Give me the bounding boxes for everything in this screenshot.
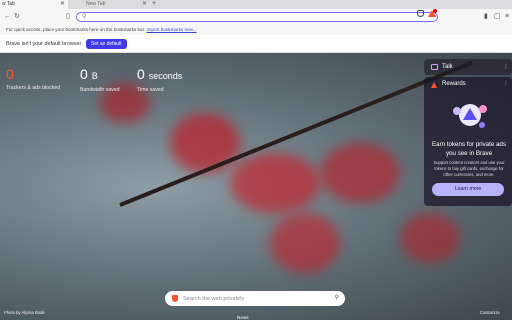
bat-triangle-icon [431, 82, 437, 88]
new-tab-page: 0 Trackers & ads blocked 0 B Bandwidth s… [0, 53, 512, 320]
brave-logo-icon [172, 295, 178, 302]
tab-label: w Tab [2, 1, 15, 7]
talk-widget[interactable]: Talk ⋮ [424, 59, 512, 75]
reload-icon[interactable]: ↻ [14, 13, 20, 21]
time-count: 0 [137, 66, 145, 82]
search-input[interactable] [183, 293, 323, 304]
more-options-icon[interactable]: ⋮ [503, 80, 509, 87]
tab-label: New Tab [86, 1, 106, 7]
tab-new-tab[interactable]: New Tab ✕ [84, 0, 150, 9]
more-options-icon[interactable]: ⋮ [503, 59, 509, 75]
learn-more-button[interactable]: Learn more [432, 183, 504, 196]
search-icon[interactable]: ⚲ [335, 291, 339, 306]
search-icon: ⚲ [82, 14, 87, 20]
background-photo-detail [400, 213, 460, 263]
background-photo-detail [320, 143, 400, 203]
tab-new-tab-active[interactable]: w Tab ✕ [0, 0, 68, 9]
address-bar[interactable]: ⚲ [76, 12, 438, 22]
tab-strip: w Tab ✕ New Tab ✕ + [0, 0, 512, 9]
rewards-widget: Rewards ⋮ Earn tokens for private ads yo… [424, 77, 512, 206]
default-browser-infobar: Brave isn't your default browser Set as … [0, 35, 512, 53]
time-unit: seconds [148, 71, 183, 81]
background-photo-detail [230, 153, 320, 213]
stat-bandwidth: 0 B Bandwidth saved [80, 66, 120, 93]
rewards-description: Support content creators and use your to… [433, 160, 505, 177]
back-arrow-icon[interactable]: ← [4, 13, 11, 21]
bookmark-icon[interactable]: ▯ [66, 13, 70, 21]
set-default-button[interactable]: Set as default [86, 39, 127, 49]
close-tab-icon[interactable]: ✕ [142, 0, 147, 9]
bandwidth-count: 0 [80, 66, 88, 82]
background-photo [170, 113, 240, 173]
import-bookmarks-link[interactable]: Import bookmarks now... [146, 27, 196, 32]
extensions-icon[interactable]: ▢ [494, 13, 501, 21]
news-tab[interactable]: News [237, 315, 249, 320]
time-label: Time saved [137, 87, 164, 93]
brave-shield-icon[interactable] [417, 10, 424, 17]
rewards-label: Rewards [442, 81, 466, 87]
menu-icon[interactable]: ≡ [505, 13, 509, 21]
close-tab-icon[interactable]: ✕ [60, 0, 65, 9]
bookmarks-bar: For quick access, place your bookmarks h… [0, 25, 512, 35]
infobar-message: Brave isn't your default browser [6, 41, 82, 47]
toolbar: ← ↻ ▯ ⚲ ▮ ▢ ≡ [0, 9, 512, 25]
stat-time: 0 seconds Time saved [137, 66, 182, 93]
rewards-illustration-icon [453, 104, 487, 128]
search-box: ⚲ [165, 291, 345, 306]
bookmarks-bar-text: For quick access, place your bookmarks h… [6, 27, 146, 32]
rewards-title: Earn tokens for private ads you see in B… [432, 141, 506, 157]
new-tab-plus-icon[interactable]: + [152, 0, 156, 8]
bandwidth-label: Bandwidth saved [80, 87, 120, 93]
talk-label: Talk [442, 64, 453, 70]
stat-trackers: 0 Trackers & ads blocked [6, 66, 60, 91]
sidebar-icon[interactable]: ▮ [484, 13, 488, 21]
video-camera-icon [431, 64, 438, 70]
background-photo-detail [270, 213, 340, 273]
photo-credit[interactable]: Photo by Alyssa Bode [4, 310, 45, 315]
trackers-label: Trackers & ads blocked [6, 85, 61, 91]
customize-button[interactable]: Customize [480, 310, 500, 315]
bandwidth-unit: B [91, 71, 98, 81]
notification-badge [433, 9, 437, 13]
trackers-count: 0 [6, 66, 14, 82]
